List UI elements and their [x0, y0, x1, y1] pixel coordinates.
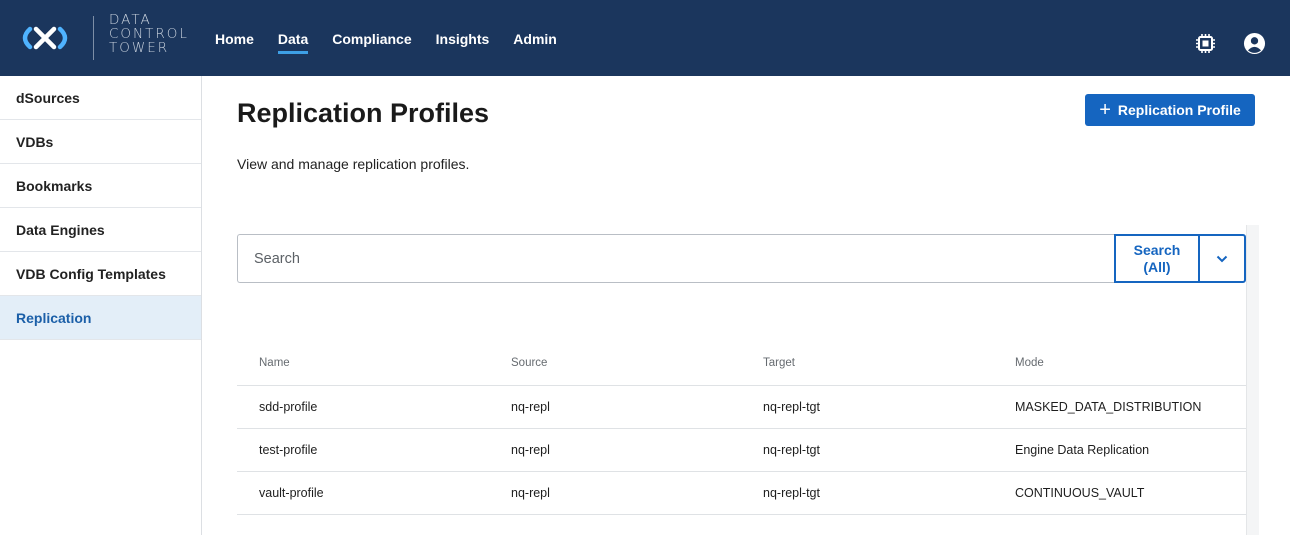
table-header-row: Name Source Target Mode	[237, 340, 1246, 386]
cell-source: nq-repl	[511, 486, 550, 500]
column-header-source[interactable]: Source	[489, 357, 741, 369]
cell-source: nq-repl	[511, 400, 550, 414]
column-header-name[interactable]: Name	[237, 357, 489, 369]
cell-target: nq-repl-tgt	[763, 486, 820, 500]
add-button-label: Replication Profile	[1117, 102, 1241, 118]
search-scope-sublabel: (All)	[1143, 258, 1171, 275]
cell-name: test-profile	[259, 443, 318, 457]
nav-compliance[interactable]: Compliance	[332, 31, 411, 47]
product-name-line: CONTROL	[109, 26, 189, 42]
user-icon[interactable]	[1243, 32, 1266, 55]
sidebar-item-vdbs[interactable]: VDBs	[0, 120, 201, 164]
page-title: Replication Profiles	[237, 98, 490, 128]
plus-icon: +	[1099, 99, 1111, 121]
sidebar-item-vdb-config-templates[interactable]: VDB Config Templates	[0, 252, 201, 296]
cell-mode: Engine Data Replication	[1015, 443, 1150, 457]
search-input[interactable]	[237, 234, 1114, 283]
nav-admin[interactable]: Admin	[513, 31, 557, 47]
page-description: View and manage replication profiles.	[237, 156, 470, 172]
cell-name: vault-profile	[259, 486, 324, 500]
replication-profiles-table: Name Source Target Mode sdd-profile nq-r…	[237, 340, 1246, 515]
add-replication-profile-button[interactable]: + Replication Profile	[1085, 94, 1255, 126]
search-scope-button[interactable]: Search (All)	[1114, 234, 1200, 283]
nav-home[interactable]: Home	[215, 31, 254, 47]
nav-insights[interactable]: Insights	[436, 31, 490, 47]
product-name: DATA CONTROL TOWER	[109, 13, 189, 55]
search-scope-label: Search	[1133, 241, 1181, 258]
cell-mode: CONTINUOUS_VAULT	[1015, 486, 1145, 500]
cell-source: nq-repl	[511, 443, 550, 457]
chip-icon[interactable]	[1195, 33, 1216, 54]
product-name-line: DATA	[109, 12, 152, 28]
top-navigation-bar: DATA CONTROL TOWER Home Data Compliance …	[0, 0, 1290, 76]
cell-target: nq-repl-tgt	[763, 400, 820, 414]
sidebar-item-dsources[interactable]: dSources	[0, 76, 201, 120]
chevron-down-icon	[1216, 255, 1228, 262]
product-name-line: TOWER	[109, 40, 170, 56]
column-header-target[interactable]: Target	[741, 357, 993, 369]
column-header-mode[interactable]: Mode	[993, 357, 1246, 369]
panel-scroll-edge	[1246, 225, 1259, 535]
cell-target: nq-repl-tgt	[763, 443, 820, 457]
nav-data[interactable]: Data	[277, 31, 309, 54]
sidebar-item-bookmarks[interactable]: Bookmarks	[0, 164, 201, 208]
table-row[interactable]: vault-profile nq-repl nq-repl-tgt CONTIN…	[237, 472, 1246, 515]
logo-divider	[93, 16, 94, 60]
sidebar-item-replication[interactable]: Replication	[0, 296, 201, 340]
cell-mode: MASKED_DATA_DISTRIBUTION	[1015, 400, 1202, 414]
cell-name: sdd-profile	[259, 400, 318, 414]
sidebar: dSources VDBs Bookmarks Data Engines VDB…	[0, 76, 202, 535]
main-nav: Home Data Compliance Insights Admin	[215, 31, 581, 54]
table-row[interactable]: test-profile nq-repl nq-repl-tgt Engine …	[237, 429, 1246, 472]
infinity-logo-icon[interactable]	[16, 22, 74, 54]
search-scope-dropdown[interactable]	[1199, 234, 1246, 283]
table-row[interactable]: sdd-profile nq-repl nq-repl-tgt MASKED_D…	[237, 386, 1246, 429]
sidebar-item-data-engines[interactable]: Data Engines	[0, 208, 201, 252]
